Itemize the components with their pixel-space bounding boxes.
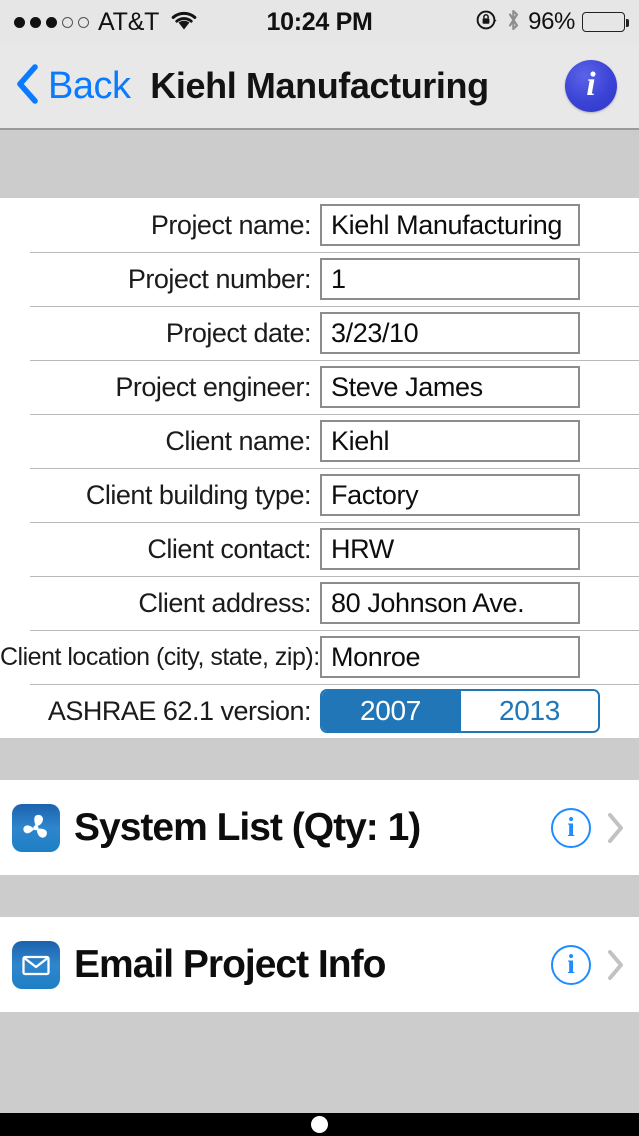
battery-cap <box>625 19 629 27</box>
client-address-input[interactable]: 80 Johnson Ave. <box>320 582 580 624</box>
form-row-project-engineer: Project engineer: Steve James <box>0 360 639 414</box>
chevron-right-icon <box>607 949 625 981</box>
field-label: Project number: <box>127 263 312 294</box>
info-button[interactable]: i <box>565 60 617 112</box>
back-button[interactable]: Back <box>14 62 131 111</box>
back-button-label: Back <box>48 64 131 107</box>
signal-dot-filled <box>46 16 57 28</box>
project-info-form: Project name: Kiehl Manufacturing Projec… <box>0 198 639 738</box>
field-label: Project name: <box>150 209 312 240</box>
fan-icon <box>12 803 60 852</box>
form-row-project-date: Project date: 3/23/10 <box>0 306 639 360</box>
detail-info-button[interactable]: i <box>551 944 591 985</box>
client-name-input[interactable]: Kiehl <box>320 420 580 462</box>
rotation-lock-icon <box>475 8 499 37</box>
segment-2013[interactable]: 2013 <box>459 691 598 731</box>
section-gap-1 <box>0 738 639 780</box>
signal-dot-empty <box>62 16 73 28</box>
system-list-group: System List (Qty: 1) i <box>0 780 639 875</box>
field-label: Project engineer: <box>115 371 311 402</box>
home-indicator-bar <box>0 1113 639 1136</box>
chevron-right-icon <box>607 812 625 844</box>
email-group: Email Project Info i <box>0 917 639 1012</box>
signal-strength-dots <box>14 16 89 28</box>
navigation-bar: Back Kiehl Manufacturing i <box>0 44 639 130</box>
form-row-project-name: Project name: Kiehl Manufacturing <box>0 198 639 252</box>
form-row-project-number: Project number: 1 <box>0 252 639 306</box>
field-label: Client location (city, state, zip): <box>0 642 320 671</box>
battery-percent-label: 96% <box>528 8 575 35</box>
wifi-icon <box>169 9 199 36</box>
list-item-label: System List (Qty: 1) <box>74 805 421 849</box>
chevron-left-icon <box>14 62 40 111</box>
project-name-input[interactable]: Kiehl Manufacturing <box>320 204 580 246</box>
signal-dot-filled <box>30 16 41 28</box>
clock-label: 10:24 PM <box>266 7 373 36</box>
client-location-input[interactable]: Monroe <box>320 636 580 678</box>
battery-icon <box>582 12 629 32</box>
list-item-email-project-info[interactable]: Email Project Info i <box>0 917 639 1012</box>
field-label: ASHRAE 62.1 version: <box>47 695 312 726</box>
section-gap-2 <box>0 875 639 917</box>
home-indicator-dot <box>311 1116 328 1133</box>
content-scroll-view[interactable]: Project name: Kiehl Manufacturing Projec… <box>0 130 639 1113</box>
list-item-system-list[interactable]: System List (Qty: 1) i <box>0 780 639 875</box>
project-number-input[interactable]: 1 <box>320 258 580 300</box>
section-gap-top <box>0 130 639 198</box>
client-contact-input[interactable]: HRW <box>320 528 580 570</box>
field-label: Client contact: <box>147 533 311 564</box>
project-engineer-input[interactable]: Steve James <box>320 366 580 408</box>
form-row-client-contact: Client contact: HRW <box>0 522 639 576</box>
form-row-client-name: Client name: Kiehl <box>0 414 639 468</box>
field-label: Client building type: <box>85 479 312 510</box>
form-row-ashrae-version: ASHRAE 62.1 version: 2007 2013 <box>0 684 639 738</box>
status-bar-left: AT&T <box>14 8 199 37</box>
form-row-client-address: Client address: 80 Johnson Ave. <box>0 576 639 630</box>
status-bar-right: 96% <box>475 8 629 37</box>
signal-dot-filled <box>14 16 25 28</box>
bluetooth-icon <box>506 8 521 37</box>
info-icon: i <box>567 811 575 842</box>
info-icon: i <box>586 66 596 103</box>
field-label: Client address: <box>138 587 311 618</box>
iphone-screen: AT&T 10:24 PM 96% Back Kiehl Manufacturi… <box>0 0 639 1136</box>
form-row-client-location: Client location (city, state, zip): Monr… <box>0 630 639 684</box>
form-row-client-building-type: Client building type: Factory <box>0 468 639 522</box>
info-icon: i <box>567 948 575 979</box>
carrier-label: AT&T <box>98 7 160 36</box>
status-bar: AT&T 10:24 PM 96% <box>0 0 639 44</box>
detail-info-button[interactable]: i <box>551 807 591 848</box>
envelope-icon <box>12 940 60 989</box>
field-label: Project date: <box>165 317 312 348</box>
project-date-input[interactable]: 3/23/10 <box>320 312 580 354</box>
list-item-label: Email Project Info <box>74 942 386 986</box>
segment-2007[interactable]: 2007 <box>322 691 459 731</box>
field-label: Client name: <box>165 425 311 456</box>
signal-dot-empty <box>78 16 89 28</box>
client-building-type-input[interactable]: Factory <box>320 474 580 516</box>
ashrae-version-segmented-control[interactable]: 2007 2013 <box>320 689 600 733</box>
